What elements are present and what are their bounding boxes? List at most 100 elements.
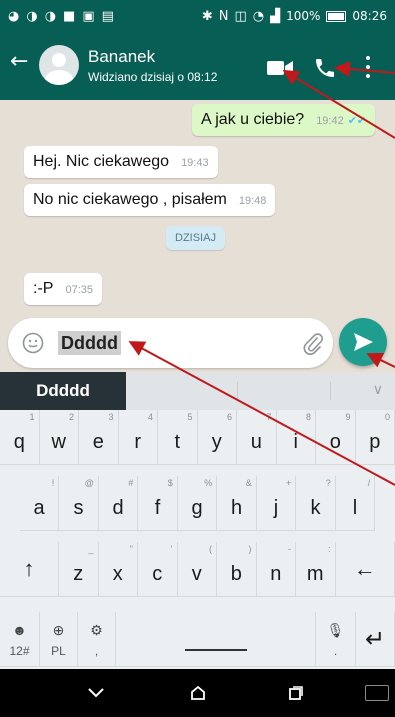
bluetooth-icon: ✱ — [201, 8, 213, 24]
key-hint: 0 — [384, 412, 390, 422]
contact-name[interactable]: Bananek — [88, 47, 155, 67]
emoji-key-icon: ☻ — [12, 622, 27, 638]
key-l[interactable]: / l — [335, 476, 376, 531]
key-r[interactable]: 4r — [118, 410, 158, 465]
facebook-notification-icon: ■ — [63, 8, 76, 24]
key-u[interactable]: 7u — [237, 410, 277, 465]
contact-avatar[interactable] — [39, 45, 79, 85]
key-hint: ) — [248, 544, 252, 554]
battery-percent: 100% — [286, 9, 321, 23]
key-hint: 8 — [305, 412, 311, 422]
key-s[interactable]: @ s — [59, 476, 99, 531]
key-w[interactable]: 2w — [39, 410, 79, 465]
key-h[interactable]: & h — [217, 476, 257, 531]
key-f[interactable]: $ f — [138, 476, 178, 531]
key-b[interactable]: ) b — [217, 542, 257, 597]
voice-call-icon[interactable] — [313, 56, 337, 80]
key-label: i — [293, 430, 298, 453]
key-hint: & — [245, 478, 252, 488]
overflow-menu-icon[interactable] — [364, 56, 372, 78]
attach-icon[interactable] — [301, 331, 323, 355]
suggestion-chip[interactable]: Ddddd — [0, 372, 126, 410]
key-o[interactable]: 9o — [316, 410, 356, 465]
navigation-bar — [0, 669, 395, 717]
message-input[interactable]: Ddddd — [58, 331, 121, 355]
vibrate-icon: ◫ — [234, 8, 247, 24]
key-hint: 7 — [266, 412, 272, 422]
nfc-icon: N — [218, 8, 229, 24]
recents-nav-icon[interactable] — [276, 681, 316, 705]
message-text: Hej. Nic ciekawego — [33, 153, 170, 170]
home-nav-icon[interactable] — [178, 681, 218, 705]
key-y[interactable]: 6y — [197, 410, 237, 465]
shift-key[interactable]: ↑ — [0, 542, 59, 597]
video-call-icon[interactable] — [266, 59, 294, 77]
key-hint: $ — [167, 478, 173, 488]
keyboard-row: 1q2w3e4r5t6y7u8i9o0p — [0, 410, 395, 466]
key-g[interactable]: % g — [177, 476, 218, 531]
backspace-key[interactable]: ← — [335, 542, 395, 597]
keyboard: Ddddd ∨ 1 q 2 w 3 e 4 r 5 t 6 y 7 u 8 i 9 o 0 p! a @ s # d $ f% g & h… — [0, 372, 395, 669]
message-bubble-incoming[interactable]: Hej. Nic ciekawego 19:43 — [24, 146, 218, 178]
app-notification-icon: ◑ — [26, 8, 38, 24]
message-time: 19:43 — [181, 157, 209, 169]
key-label: f — [154, 496, 161, 519]
app-notification-icon-2: ◑ — [44, 8, 57, 24]
back-nav-icon[interactable] — [76, 681, 116, 705]
key-hint: 5 — [187, 412, 193, 422]
key-z[interactable]: _ z — [59, 542, 99, 597]
microphone-icon: 🎙 — [326, 622, 345, 638]
key-t[interactable]: 5t — [158, 410, 198, 465]
language-key[interactable]: ⊕ PL — [40, 612, 78, 667]
key-label: h — [230, 496, 243, 519]
back-arrow-icon[interactable]: ← — [10, 51, 28, 73]
key-p[interactable]: 0p — [355, 410, 395, 465]
key-label: a — [33, 496, 45, 519]
key-i[interactable]: 8i — [276, 410, 316, 465]
key-label: k — [310, 496, 321, 519]
key-a[interactable]: ! a — [19, 476, 60, 531]
key-m[interactable]: :m — [296, 542, 336, 597]
key-e[interactable]: 3e — [79, 410, 119, 465]
key-hint: + — [285, 478, 292, 488]
key-label: x — [112, 562, 123, 585]
key-label: t — [174, 430, 181, 453]
send-button[interactable] — [339, 318, 387, 366]
key-n[interactable]: -n — [256, 542, 296, 597]
comma-key[interactable]: ⚙ , — [78, 612, 116, 667]
key-hint: 6 — [226, 412, 232, 422]
key-c[interactable]: ' c — [138, 542, 178, 597]
period-key[interactable]: 🎙 . — [316, 612, 356, 667]
mail-notification-icon: ▤ — [101, 8, 114, 24]
space-key[interactable] — [116, 612, 316, 667]
key-j[interactable]: + j — [256, 476, 297, 531]
key-k[interactable]: ? k — [296, 476, 336, 531]
message-bubble-incoming[interactable]: :-P 07:35 — [24, 273, 102, 305]
keyboard-row: ! a @ s # d $ f% g & h + j? k / l — [0, 476, 395, 532]
key-hint: 3 — [108, 412, 114, 422]
key-label: j — [273, 496, 279, 519]
key-x[interactable]: " x — [98, 542, 138, 597]
key-hint: _ — [88, 544, 94, 554]
message-bubble-incoming[interactable]: No nic ciekawego , pisałem 19:48 — [24, 184, 276, 216]
settings-icon: ⚙ — [90, 622, 103, 638]
clock: 08:26 — [352, 9, 387, 23]
system-icons: ✱ N ◫ ◔ ▟ 100% 08:26 — [202, 9, 387, 23]
key-label: e — [92, 430, 104, 453]
key-label: w — [51, 430, 66, 453]
enter-key[interactable]: ↵ — [356, 612, 395, 667]
key-label: r — [134, 430, 142, 453]
key-hint: ' — [170, 544, 173, 554]
key-label: g — [191, 496, 203, 519]
key-label: v — [191, 562, 202, 585]
key-d[interactable]: # d — [98, 476, 139, 531]
key-v[interactable]: (v — [177, 542, 217, 597]
emoji-icon[interactable] — [22, 332, 44, 354]
keyboard-switch-icon[interactable] — [365, 685, 389, 701]
key-label: z — [73, 562, 84, 585]
key-q[interactable]: 1q — [0, 410, 40, 465]
symbols-key[interactable]: ☻ 12# — [0, 612, 40, 667]
chevron-down-icon[interactable]: ∨ — [373, 381, 383, 398]
key-label: c — [152, 562, 163, 585]
message-bubble-outgoing[interactable]: A jak u ciebie? 19:42 ✔✔ — [192, 104, 376, 136]
